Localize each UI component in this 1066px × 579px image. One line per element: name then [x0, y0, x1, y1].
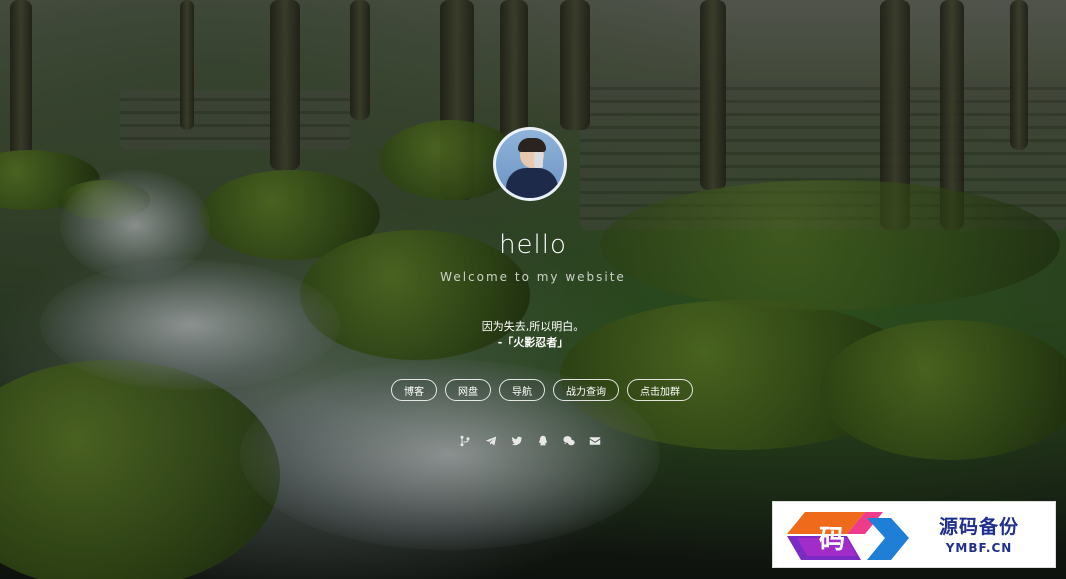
avatar-body [506, 168, 558, 198]
navigation-button[interactable]: 导航 [499, 379, 545, 401]
qq-icon[interactable] [536, 434, 549, 447]
quote-text: 因为失去,所以明白。 [481, 320, 585, 333]
avatar-phone [534, 152, 543, 168]
wechat-icon[interactable] [562, 434, 575, 447]
quote-source: -「火影忍者」 [497, 336, 569, 349]
site-subtitle: Welcome to my website [440, 270, 626, 284]
power-query-button[interactable]: 战力查询 [553, 379, 619, 401]
nav-button-group: 博客 网盘 导航 战力查询 点击加群 [391, 379, 693, 401]
svg-text:码: 码 [819, 525, 845, 555]
watermark-name: 源码备份 [938, 516, 1019, 538]
blog-button[interactable]: 博客 [391, 379, 437, 401]
dark-overlay [0, 0, 1066, 579]
social-icons [458, 434, 601, 447]
cloud-drive-button[interactable]: 网盘 [445, 379, 491, 401]
background-scene: hello Welcome to my website 因为失去,所以明白。 -… [0, 0, 1066, 579]
avatar [493, 127, 567, 201]
join-group-button[interactable]: 点击加群 [627, 379, 693, 401]
twitter-icon[interactable] [510, 434, 523, 447]
watermark-domain: YMBF.CN [945, 541, 1013, 555]
avatar-hair [518, 138, 546, 152]
watermark-badge: 码 源码备份 YMBF.CN [772, 501, 1056, 568]
watermark-logo: 码 [787, 512, 909, 560]
mail-icon[interactable] [588, 434, 601, 447]
git-branch-icon[interactable] [458, 434, 471, 447]
site-title: hello [499, 230, 567, 260]
telegram-icon[interactable] [484, 434, 497, 447]
